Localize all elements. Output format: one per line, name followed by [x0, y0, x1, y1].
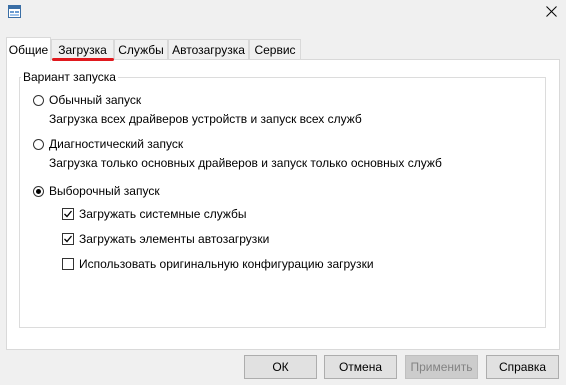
msconfig-icon — [8, 5, 21, 18]
normal-startup-label: Обычный запуск — [49, 93, 142, 107]
close-button[interactable] — [538, 2, 564, 24]
radio-indicator — [33, 185, 44, 197]
checkbox-label: Использовать оригинальную конфигурацию з… — [79, 257, 374, 271]
diagnostic-startup-label: Диагностический запуск — [49, 137, 184, 151]
diagnostic-startup-description: Загрузка только основных драйверов и зап… — [49, 156, 442, 170]
general-tab-panel: Вариант запуска Обычный запуск Загрузка … — [6, 59, 560, 350]
tab-label: Автозагрузка — [172, 42, 245, 57]
load-system-services-checkbox[interactable]: Загружать системные службы — [62, 207, 247, 221]
selective-startup-label: Выборочный запуск — [49, 184, 160, 198]
tab-services[interactable]: Службы — [114, 39, 168, 59]
checkmark-icon — [64, 235, 73, 243]
help-button[interactable]: Справка — [486, 355, 559, 379]
diagnostic-startup-radio[interactable]: Диагностический запуск — [33, 137, 183, 151]
apply-button[interactable]: Применить — [405, 355, 478, 379]
checkbox-box — [62, 233, 74, 245]
normal-startup-radio[interactable]: Обычный запуск — [33, 93, 141, 107]
radio-indicator — [33, 94, 44, 106]
checkmark-icon — [64, 210, 73, 218]
ok-button[interactable]: ОК — [244, 355, 317, 379]
help-button-label: Справка — [498, 360, 547, 374]
checkbox-box — [62, 258, 74, 270]
ok-button-label: ОК — [272, 360, 289, 374]
use-original-boot-config-checkbox[interactable]: Использовать оригинальную конфигурацию з… — [62, 257, 374, 271]
tab-tools[interactable]: Сервис — [249, 39, 301, 59]
tab-label: Общие — [8, 42, 49, 57]
cancel-button-label: Отмена — [338, 360, 383, 374]
cancel-button[interactable]: Отмена — [324, 355, 397, 379]
tab-label: Службы — [118, 42, 164, 57]
selective-startup-radio[interactable]: Выборочный запуск — [33, 184, 160, 198]
group-title: Вариант запуска — [21, 70, 118, 84]
tab-startup[interactable]: Автозагрузка — [168, 39, 249, 59]
tab-general[interactable]: Общие — [6, 37, 51, 61]
load-startup-items-checkbox[interactable]: Загружать элементы автозагрузки — [62, 232, 269, 246]
tab-boot[interactable]: Загрузка — [51, 39, 114, 59]
tab-label: Загрузка — [58, 42, 107, 57]
radio-indicator — [33, 138, 44, 150]
apply-button-label: Применить — [410, 360, 473, 374]
checkbox-label: Загружать элементы автозагрузки — [79, 232, 270, 246]
close-icon — [545, 6, 557, 20]
checkbox-box — [62, 208, 74, 220]
checkbox-label: Загружать системные службы — [79, 207, 247, 221]
tab-highlight-underline — [52, 58, 114, 61]
normal-startup-description: Загрузка всех драйверов устройств и запу… — [49, 112, 362, 126]
tab-label: Сервис — [254, 42, 296, 57]
